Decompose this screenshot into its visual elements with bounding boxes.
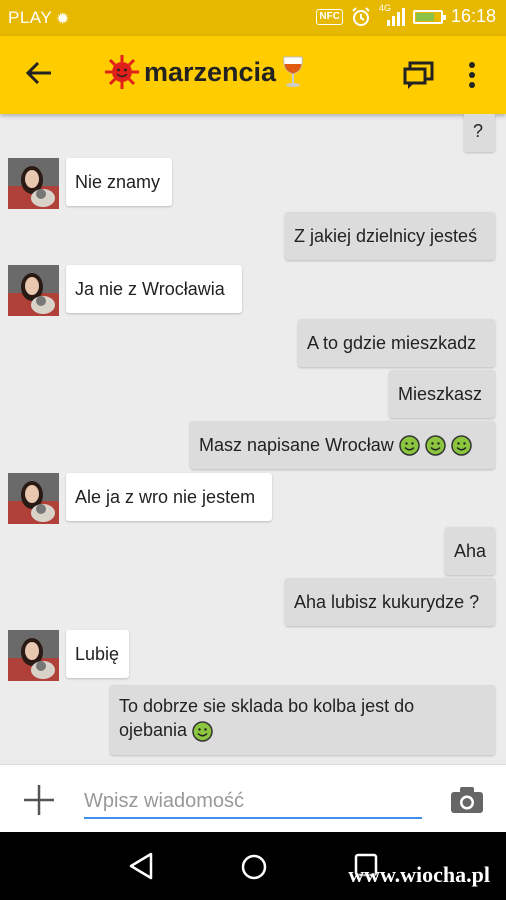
- smiley-icon: [192, 721, 213, 742]
- smiley-icon: [399, 434, 420, 456]
- message-text: Ale ja z wro nie jestem: [75, 486, 256, 507]
- message-text: Lubię: [75, 643, 120, 664]
- message-bubble-outgoing[interactable]: Mieszkasz: [389, 370, 495, 418]
- message-text: ?: [473, 120, 484, 141]
- message-text: Aha: [454, 540, 487, 561]
- message-text: A to gdzie mieszkadz: [307, 332, 477, 353]
- add-attachment-icon[interactable]: [22, 783, 56, 817]
- carrier-name: PLAY: [8, 8, 53, 27]
- message-bubble-outgoing[interactable]: Aha lubisz kukurydze ?: [285, 578, 495, 626]
- message-bubble-incoming[interactable]: Lubię: [66, 630, 129, 678]
- message-text: Aha lubisz kukurydze ?: [294, 591, 480, 612]
- contact-name: marzencia: [144, 56, 277, 87]
- signal-icon: 4G: [379, 3, 405, 27]
- message-bubble-outgoing[interactable]: ?: [464, 114, 495, 152]
- camera-icon[interactable]: [450, 786, 484, 814]
- message-list[interactable]: ? Nie znamy Z jakiej dzielnicy jesteś Ja…: [0, 114, 506, 764]
- message-bubble-outgoing[interactable]: Z jakiej dzielnicy jesteś: [285, 212, 495, 260]
- system-navigation-bar: www.wiocha.pl: [0, 832, 506, 900]
- message-text: Mieszkasz: [398, 383, 483, 404]
- contact-avatar[interactable]: [8, 630, 59, 681]
- watermark: www.wiocha.pl: [348, 862, 490, 887]
- status-bar: PLAY ✹ NFC 4G 16:18: [0, 0, 506, 36]
- video-chat-icon[interactable]: [402, 60, 436, 90]
- status-icons: NFC 4G 16:18: [316, 3, 496, 27]
- message-bubble-outgoing[interactable]: Masz napisane Wrocław: [190, 421, 495, 469]
- clock: 16:18: [450, 6, 496, 26]
- message-composer: [0, 764, 506, 833]
- smiley-icon: [425, 434, 446, 456]
- more-options-icon[interactable]: [462, 58, 482, 92]
- message-bubble-incoming[interactable]: Ja nie z Wrocławia: [66, 265, 242, 313]
- message-text: Nie znamy: [75, 171, 161, 192]
- message-bubble-outgoing[interactable]: Aha: [445, 527, 495, 575]
- weather-sun-icon: ✹: [56, 11, 70, 28]
- message-text: To dobrze sie sklada bo kolba jest do oj…: [119, 696, 415, 742]
- message-text: Z jakiej dzielnicy jesteś: [294, 225, 478, 246]
- message-input[interactable]: [84, 785, 422, 819]
- contact-avatar[interactable]: [8, 265, 59, 316]
- app-bar: marzencia: [0, 36, 506, 114]
- message-bubble-outgoing[interactable]: A to gdzie mieszkadz: [298, 319, 495, 367]
- sun-icon: [105, 55, 139, 89]
- conversation-title[interactable]: marzencia: [104, 54, 306, 90]
- battery-icon: [412, 9, 446, 24]
- message-bubble-incoming[interactable]: Ale ja z wro nie jestem: [66, 473, 272, 521]
- nfc-icon: NFC: [316, 8, 343, 25]
- contact-avatar[interactable]: [8, 158, 59, 209]
- message-bubble-outgoing[interactable]: To dobrze sie sklada bo kolba jest do oj…: [110, 685, 495, 755]
- alarm-icon: [352, 6, 370, 26]
- message-bubble-incoming[interactable]: Nie znamy: [66, 158, 172, 206]
- nav-home-icon[interactable]: [240, 853, 268, 881]
- wine-glass-icon: [283, 56, 303, 87]
- back-arrow-icon[interactable]: [24, 58, 54, 88]
- message-text: Ja nie z Wrocławia: [75, 278, 225, 299]
- message-text: Masz napisane Wrocław: [199, 434, 394, 455]
- contact-avatar[interactable]: [8, 473, 59, 524]
- smiley-icon: [451, 434, 472, 456]
- nav-back-icon[interactable]: [128, 852, 154, 880]
